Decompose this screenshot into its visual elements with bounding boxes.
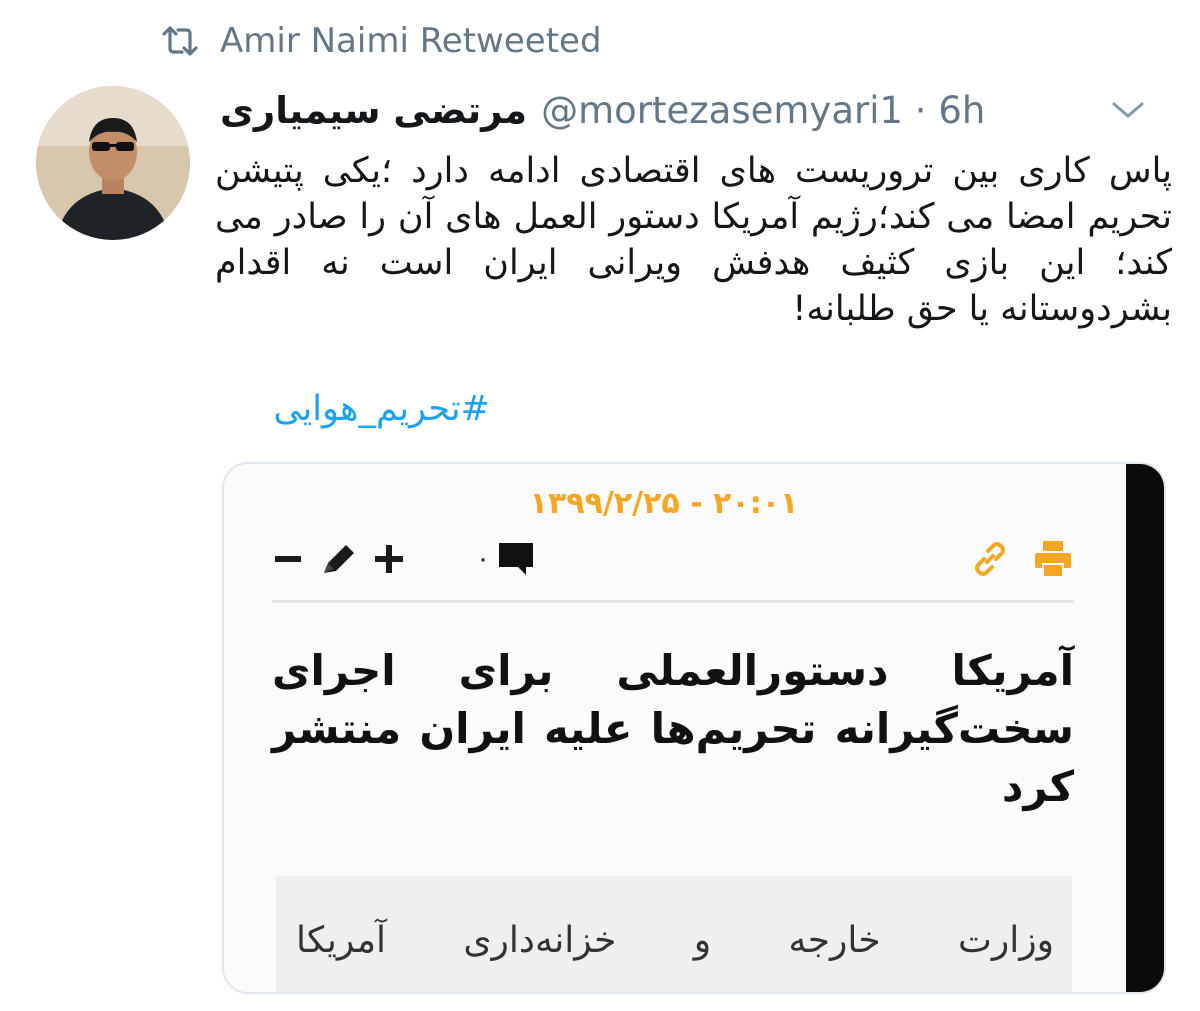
handle-and-time[interactable]: @mortezasemyari1 · 6h <box>541 89 985 132</box>
media-dark-edge <box>1126 464 1164 992</box>
retweet-icon <box>160 21 200 61</box>
tweet-header: مرتضی سیمیاری @mortezasemyari1 · 6h <box>220 80 1150 140</box>
article-lead-box: وزارت خارجه و خزانه‌داری آمریکا <box>276 876 1072 992</box>
media-card[interactable]: ۱۳۹۹/۲/۲۵ - ۲۰:۰۱ ۰ آمریکا دستورالعملی ب… <box>222 462 1166 994</box>
plus-icon[interactable] <box>372 542 406 576</box>
pencil-icon[interactable] <box>318 541 358 577</box>
comment-icon <box>496 539 536 579</box>
print-icon[interactable] <box>1032 538 1074 580</box>
article-toolbar: ۰ <box>272 532 1074 586</box>
article-date: ۱۳۹۹/۲/۲۵ - ۲۰:۰۱ <box>529 486 799 521</box>
avatar[interactable] <box>36 86 190 240</box>
link-icon[interactable] <box>970 539 1010 579</box>
minus-icon[interactable] <box>272 543 304 575</box>
display-name[interactable]: مرتضی سیمیاری <box>220 89 527 132</box>
tweet-text: پاس کاری بین تروریست های اقتصادی ادامه د… <box>215 151 1172 329</box>
tweet-screenshot: Amir Naimi Retweeted مرتضی سیمیاری @mort… <box>0 0 1200 1011</box>
retweet-context[interactable]: Amir Naimi Retweeted <box>160 18 602 64</box>
comment-counter[interactable]: ۰ <box>476 539 536 579</box>
chevron-down-icon[interactable] <box>1106 88 1150 132</box>
retweet-label: Amir Naimi Retweeted <box>220 21 602 61</box>
comment-count: ۰ <box>476 544 490 574</box>
toolbar-divider <box>272 600 1074 603</box>
article-headline: آمریکا دستورالعملی برای اجرای سخت‌گیرانه… <box>272 646 1074 811</box>
hashtag-link[interactable]: #تحریم_هوایی <box>220 384 490 434</box>
article-lead: وزارت خارجه و خزانه‌داری آمریکا <box>296 920 1054 961</box>
